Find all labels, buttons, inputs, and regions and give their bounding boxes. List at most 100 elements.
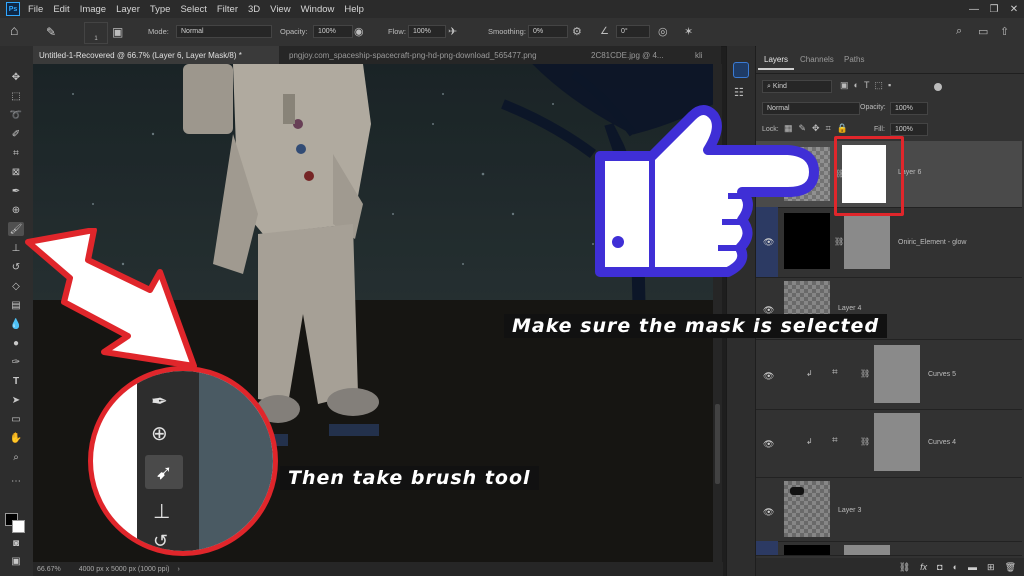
- home-icon[interactable]: ⌂: [10, 22, 18, 38]
- layer-mask-thumbnail[interactable]: [874, 345, 920, 403]
- trash-icon[interactable]: 🗑: [1005, 562, 1016, 573]
- eye-icon[interactable]: 👁: [763, 371, 774, 381]
- eraser-tool-icon[interactable]: ◇: [8, 279, 24, 293]
- layer-mask-thumbnail[interactable]: [844, 213, 890, 269]
- layer-row-partial[interactable]: [756, 541, 1022, 556]
- tab-document-3[interactable]: 2C81CDE.jpg @ 4...: [585, 46, 697, 64]
- menu-window[interactable]: Window: [301, 4, 335, 15]
- new-group-icon[interactable]: ▬: [968, 562, 977, 572]
- link-layers-icon[interactable]: ⛓: [899, 562, 910, 573]
- maximize-icon[interactable]: ❐: [984, 0, 1004, 18]
- dodge-tool-icon[interactable]: ●: [8, 336, 24, 350]
- add-mask-icon[interactable]: ◘: [937, 562, 942, 572]
- eye-icon[interactable]: 👁: [763, 507, 774, 517]
- link-icon[interactable]: ⛓: [860, 437, 870, 446]
- eye-icon[interactable]: 👁: [763, 305, 774, 315]
- layer-name[interactable]: Layer 3: [838, 507, 861, 514]
- share-icon[interactable]: ⇧: [1000, 25, 1009, 38]
- angle-field[interactable]: 0°: [616, 25, 650, 38]
- workspace-icon[interactable]: ▭: [978, 25, 988, 38]
- layer-row-curves-4[interactable]: 👁 ↲ ⌗ ⛓ Curves 4: [756, 409, 1022, 478]
- frame-tool-icon[interactable]: ⊠: [8, 165, 24, 179]
- fill-field[interactable]: 100%: [890, 123, 928, 136]
- flow-field[interactable]: 100%: [408, 25, 446, 38]
- link-icon[interactable]: ⛓: [860, 369, 870, 378]
- close-icon[interactable]: ✕: [1004, 0, 1024, 18]
- tab-document-4[interactable]: kli: [689, 46, 729, 64]
- pressure-opacity-icon[interactable]: ◉: [354, 25, 364, 38]
- gradient-tool-icon[interactable]: ▤: [8, 298, 24, 312]
- status-arrow-icon[interactable]: ›: [177, 566, 179, 573]
- learn-icon[interactable]: [733, 62, 749, 78]
- zoom-tool-icon[interactable]: ⌕: [8, 450, 24, 464]
- menu-help[interactable]: Help: [344, 4, 364, 15]
- background-color-swatch[interactable]: [12, 520, 25, 533]
- menu-layer[interactable]: Layer: [116, 4, 140, 15]
- lasso-tool-icon[interactable]: ➰: [8, 108, 24, 122]
- eyedropper-tool-icon[interactable]: ✒: [8, 184, 24, 198]
- search-icon[interactable]: ⌕: [956, 25, 962, 38]
- menu-select[interactable]: Select: [180, 4, 206, 15]
- filter-toggle-icon[interactable]: [934, 83, 942, 91]
- tab-layers[interactable]: Layers: [758, 50, 795, 70]
- link-icon[interactable]: ⛓: [834, 237, 844, 246]
- marquee-tool-icon[interactable]: ⬚: [8, 89, 24, 103]
- hand-tool-icon[interactable]: ✋: [8, 431, 24, 445]
- menu-view[interactable]: View: [270, 4, 290, 15]
- tab-channels[interactable]: Channels: [794, 50, 840, 68]
- new-layer-icon[interactable]: ⊞: [987, 562, 995, 573]
- stamp-tool-icon[interactable]: ⊥: [8, 241, 24, 255]
- tab-document-1[interactable]: Untitled-1-Recovered @ 66.7% (Layer 6, L…: [33, 46, 279, 64]
- blur-tool-icon[interactable]: 💧: [8, 317, 24, 331]
- menu-file[interactable]: File: [28, 4, 43, 15]
- minimize-icon[interactable]: —: [964, 0, 984, 18]
- menu-image[interactable]: Image: [80, 4, 106, 15]
- layer-name[interactable]: Oniric_Element - glow: [898, 239, 966, 246]
- zoom-level[interactable]: 66.67%: [37, 566, 61, 573]
- airbrush-icon[interactable]: ✈: [448, 25, 457, 38]
- fx-icon[interactable]: fx: [920, 562, 927, 572]
- layer-opacity-field[interactable]: 100%: [890, 102, 928, 115]
- rectangle-tool-icon[interactable]: ▭: [8, 412, 24, 426]
- smoothing-field[interactable]: 0%: [528, 25, 568, 38]
- type-tool-icon[interactable]: T: [8, 374, 24, 388]
- quick-select-tool-icon[interactable]: ✐: [8, 127, 24, 141]
- menu-3d[interactable]: 3D: [248, 4, 260, 15]
- opacity-field[interactable]: 100%: [313, 25, 353, 38]
- brush-tool-icon[interactable]: 🖌: [8, 222, 24, 236]
- healing-tool-icon[interactable]: ⊕: [8, 203, 24, 217]
- mode-select[interactable]: Normal: [176, 25, 272, 38]
- layer-name[interactable]: Curves 4: [928, 439, 956, 446]
- menu-edit[interactable]: Edit: [53, 4, 69, 15]
- layer-name[interactable]: Curves 5: [928, 371, 956, 378]
- tab-document-2[interactable]: pngjoy.com_spaceship-spacecraft-png-hd-p…: [283, 46, 591, 64]
- menu-filter[interactable]: Filter: [217, 4, 238, 15]
- layer-kind-filter[interactable]: ⌕ Kind: [762, 80, 832, 93]
- eye-icon[interactable]: 👁: [763, 439, 774, 449]
- pressure-size-icon[interactable]: ◎: [658, 25, 668, 38]
- curves-adjustment-icon[interactable]: ⌗: [832, 367, 838, 378]
- crop-tool-icon[interactable]: ⌗: [8, 146, 24, 160]
- menu-type[interactable]: Type: [150, 4, 171, 15]
- brush-tool-icon[interactable]: ✎: [46, 25, 56, 39]
- pen-tool-icon[interactable]: ✑: [8, 355, 24, 369]
- more-tools-icon[interactable]: ⋯: [8, 474, 24, 488]
- quick-mask-icon[interactable]: ◙: [8, 536, 24, 550]
- new-adjustment-icon[interactable]: ◐: [953, 562, 958, 572]
- layer-name[interactable]: Layer 4: [838, 305, 861, 312]
- brush-settings-icon[interactable]: ▣: [112, 25, 123, 39]
- layer-filter-icons[interactable]: ▣◐T⬚▪: [840, 80, 896, 91]
- tab-paths[interactable]: Paths: [838, 50, 870, 68]
- history-brush-tool-icon[interactable]: ↺: [8, 260, 24, 274]
- move-tool-icon[interactable]: ✥: [8, 70, 24, 84]
- curves-adjustment-icon[interactable]: ⌗: [832, 435, 838, 446]
- screen-mode-icon[interactable]: ▣: [8, 554, 24, 568]
- symmetry-icon[interactable]: ✶: [684, 25, 693, 38]
- brush-preset-picker[interactable]: 1: [84, 22, 108, 44]
- layer-row-curves-5[interactable]: 👁 ↲ ⌗ ⛓ Curves 5: [756, 339, 1022, 410]
- scrollbar-thumb[interactable]: [715, 404, 720, 484]
- layer-row-layer-3[interactable]: 👁 Layer 3: [756, 477, 1022, 542]
- smoothing-settings-icon[interactable]: ⚙: [572, 25, 582, 38]
- path-select-tool-icon[interactable]: ➤: [8, 393, 24, 407]
- layer-mask-thumbnail[interactable]: [874, 413, 920, 471]
